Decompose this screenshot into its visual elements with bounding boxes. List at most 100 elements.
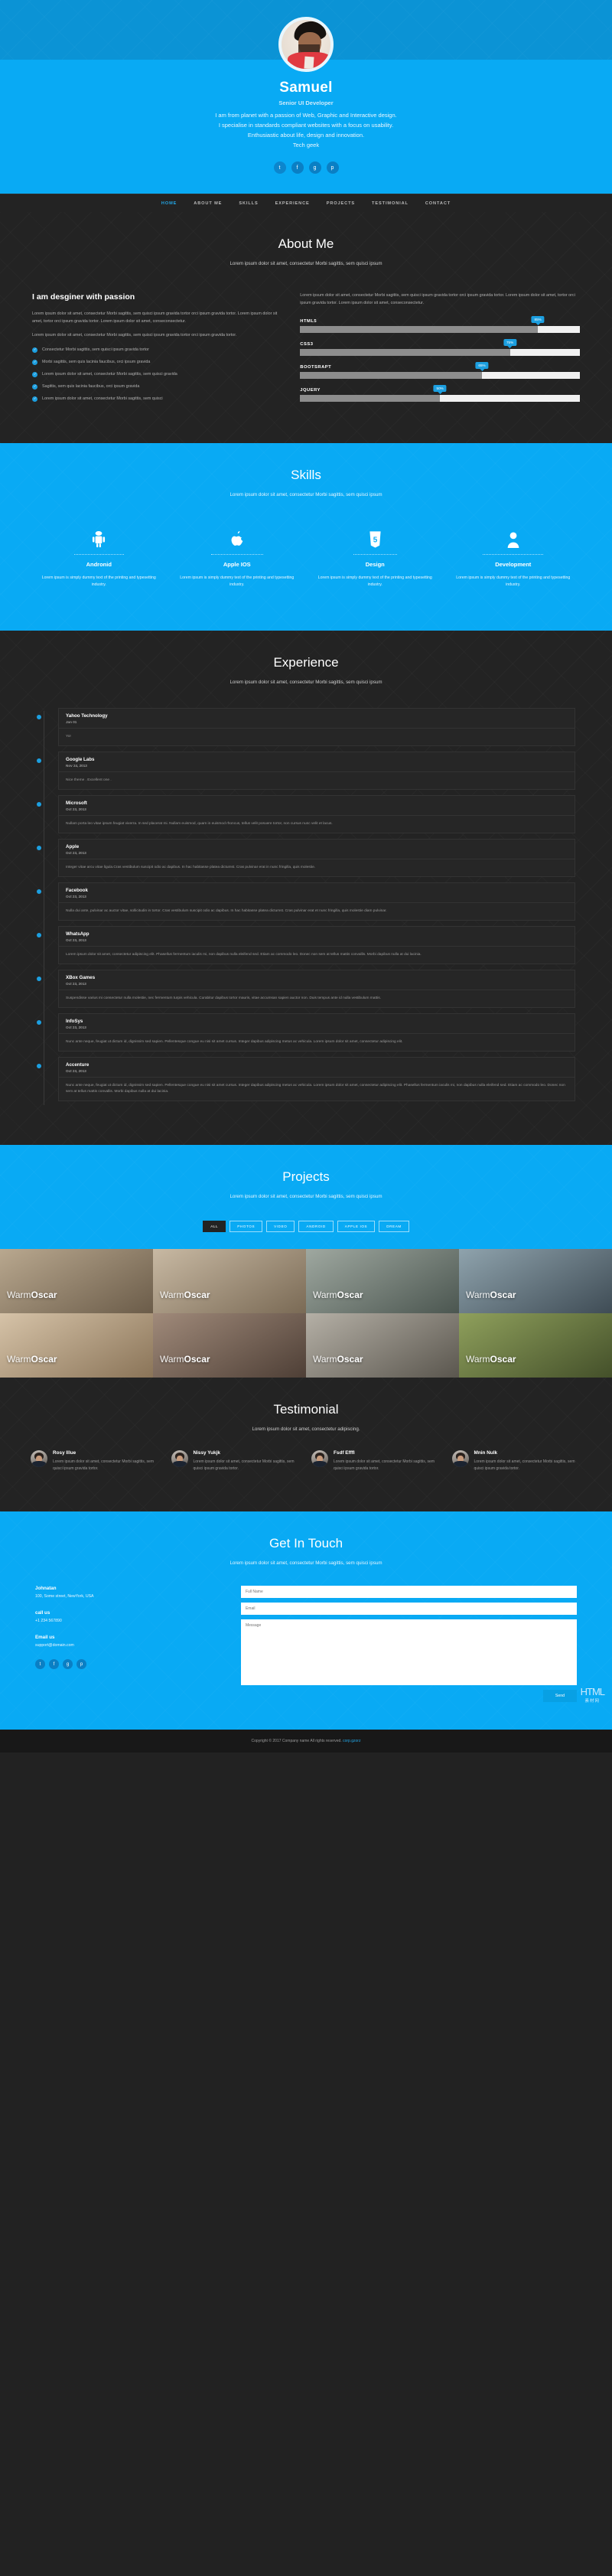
testimonial-item: Rosy Illue Lorem ipsum dolor sit amet, co…	[31, 1450, 161, 1472]
project-caption: WarmOscar	[313, 1354, 363, 1365]
experience-date: Oct 23, 2013	[66, 851, 86, 855]
skill-card-apple-ios[interactable]: Apple IOS Lorem ipsum is simply dummy te…	[175, 527, 300, 588]
project-tile[interactable]: WarmOscar	[459, 1313, 612, 1378]
pinterest-icon[interactable]: p	[76, 1659, 86, 1669]
skill-card-development[interactable]: Development Lorem ipsum is simply dummy …	[451, 527, 576, 588]
timeline-dot	[37, 977, 41, 981]
about-title: About Me	[278, 236, 334, 251]
experience-date: Oct 23, 2013	[66, 895, 86, 898]
about-bullet-list: Consectetur Morbi sagittis, sem quisci i…	[32, 347, 280, 402]
experience-subtitle: Lorem ipsum dolor sit amet, consectetur …	[230, 680, 382, 685]
google-plus-icon[interactable]: g	[63, 1659, 73, 1669]
skill-card-name: Andronid	[73, 554, 124, 568]
nav-item-home[interactable]: HOME	[161, 201, 177, 206]
experience-company: Accenture	[66, 1062, 90, 1068]
experience-company: Facebook	[66, 888, 88, 893]
twitter-icon[interactable]: t	[273, 161, 286, 174]
twitter-icon[interactable]: t	[35, 1659, 45, 1669]
experience-item: WhatsApp Oct 23, 2013 Lorem ipsum dolor si…	[37, 926, 575, 964]
pinterest-icon[interactable]: p	[326, 161, 339, 174]
contact-email-text[interactable]: support@domain.com	[35, 1642, 224, 1648]
nav-item-testimonial[interactable]: TESTIMONIAL	[372, 201, 409, 206]
project-tile[interactable]: WarmOscar	[153, 1249, 306, 1313]
facebook-icon[interactable]: f	[291, 161, 304, 174]
contact-subtitle: Lorem ipsum dolor sit amet, consectetur …	[230, 1560, 382, 1566]
filter-apple-ios[interactable]: APPLE IOS	[337, 1221, 376, 1232]
skill-card-text: Lorem ipsum is simply dummy text of the …	[317, 576, 432, 587]
projects-grid: WarmOscar WarmOscar WarmOscar WarmOscar Warm…	[0, 1249, 612, 1378]
filter-android[interactable]: ANDROID	[298, 1221, 334, 1232]
contact-form: Send	[240, 1586, 577, 1702]
project-filters: ALL PHOTOS VIDEO ANDROID APPLE IOS DREAM	[0, 1199, 612, 1249]
filter-video[interactable]: VIDEO	[266, 1221, 295, 1232]
bullet-text: Sagittis, sem quis lacinia faucibus, orc…	[42, 383, 140, 389]
experience-item: Accenture Oct 23, 2013 Nunc ante neque, fe…	[37, 1057, 575, 1101]
send-button[interactable]: Send	[542, 1690, 577, 1702]
experience-text: Suspendisse varius mi consectetur nulla …	[66, 996, 381, 1000]
project-thumbnail	[0, 1249, 153, 1313]
project-tile[interactable]: WarmOscar	[306, 1313, 459, 1378]
experience-text: Nulla dui ante, pulvinar ac auctor vitae…	[66, 909, 387, 913]
experience-timeline: Yahoo Technology Jan 01 Yo! Google Labs Nov …	[0, 685, 612, 1145]
progress-fill	[300, 326, 539, 333]
contact-info: Johnatan 100, Some street, NewYork, USA …	[35, 1586, 224, 1702]
contact-phone-block: call us +1 234 567890	[35, 1610, 224, 1624]
filter-dream[interactable]: DREAM	[379, 1221, 409, 1232]
filter-all[interactable]: ALL	[203, 1221, 226, 1232]
project-thumbnail	[459, 1249, 612, 1313]
testimonial-title: Testimonial	[273, 1402, 339, 1417]
nav-item-about-me[interactable]: ABOUT ME	[194, 201, 222, 206]
experience-text: Lorem ipsum dolor sit amet, consectetur …	[66, 953, 422, 957]
timeline-dot	[37, 933, 41, 937]
html5-icon: 5	[313, 527, 438, 548]
project-tile[interactable]: WarmOscar	[0, 1249, 153, 1313]
skill-card-text: Lorem ipsum is simply dummy text of the …	[456, 576, 571, 587]
footer-link[interactable]: corp.gzorz	[343, 1739, 360, 1743]
hero-line-2: I specialise in standards compliant webs…	[218, 122, 394, 129]
hero-socials: t f g p	[0, 161, 612, 174]
project-caption: WarmOscar	[7, 1290, 57, 1300]
skill-card-android[interactable]: Andronid Lorem ipsum is simply dummy tex…	[37, 527, 161, 588]
skill-percent-badge: 65%	[475, 362, 489, 371]
skill-percent-badge: 85%	[531, 316, 545, 325]
project-tile[interactable]: WarmOscar	[306, 1249, 459, 1313]
badge-line-2: 素材网	[584, 1699, 601, 1704]
testimonial-list: Rosy Illue Lorem ipsum dolor sit amet, co…	[0, 1432, 612, 1511]
contact-call-text: +1 234 567890	[35, 1619, 62, 1623]
full-name-input[interactable]	[240, 1586, 577, 1598]
project-tile[interactable]: WarmOscar	[0, 1313, 153, 1378]
skill-bar-html5: HTML5 85%	[300, 316, 580, 333]
nav-item-projects[interactable]: PROJECTS	[327, 201, 355, 206]
project-tile[interactable]: WarmOscar	[459, 1249, 612, 1313]
skills-subtitle: Lorem ipsum dolor sit amet, consectetur …	[230, 492, 382, 497]
filter-photos[interactable]: PHOTOS	[230, 1221, 263, 1232]
skill-card-name: Development	[483, 554, 544, 568]
testimonial-name: Fsdf Efffl	[334, 1450, 355, 1456]
message-input[interactable]	[240, 1619, 577, 1685]
nav-item-contact[interactable]: CONTACT	[425, 201, 451, 206]
experience-date: Jan 01	[66, 720, 77, 724]
nav-item-skills[interactable]: SKILLS	[239, 201, 258, 206]
project-thumbnail	[0, 1313, 153, 1378]
contact-email-block: Email us support@domain.com	[35, 1635, 224, 1648]
avatar	[311, 1450, 328, 1467]
email-input[interactable]	[240, 1603, 577, 1615]
testimonial-text: Lorem ipsum dolor sit amet, consectetur …	[474, 1459, 575, 1471]
project-tile[interactable]: WarmOscar	[153, 1313, 306, 1378]
check-icon	[32, 383, 37, 390]
project-caption: WarmOscar	[160, 1354, 210, 1365]
google-plus-icon[interactable]: g	[308, 161, 321, 174]
bullet-text: Lorem ipsum dolor sit amet, consectetur …	[42, 371, 177, 377]
progress-fill	[300, 349, 510, 356]
project-caption: WarmOscar	[466, 1290, 516, 1300]
skill-card-design[interactable]: 5 Design Lorem ipsum is simply dummy tex…	[313, 527, 438, 588]
facebook-icon[interactable]: f	[49, 1659, 59, 1669]
skill-percent-badge: 75%	[503, 339, 517, 348]
list-item: Lorem ipsum dolor sit amet, consectetur …	[32, 371, 280, 377]
testimonial-name: Rosy Illue	[53, 1450, 76, 1456]
project-caption: WarmOscar	[313, 1290, 363, 1300]
nav-item-experience[interactable]: EXPERIENCE	[275, 201, 310, 206]
about-paragraph-2: Lorem ipsum dolor sit amet, consectetur …	[32, 333, 237, 337]
projects-title: Projects	[282, 1169, 330, 1184]
testimonial-item: Mnin Nulk Lorem ipsum dolor sit amet, con…	[451, 1450, 582, 1472]
